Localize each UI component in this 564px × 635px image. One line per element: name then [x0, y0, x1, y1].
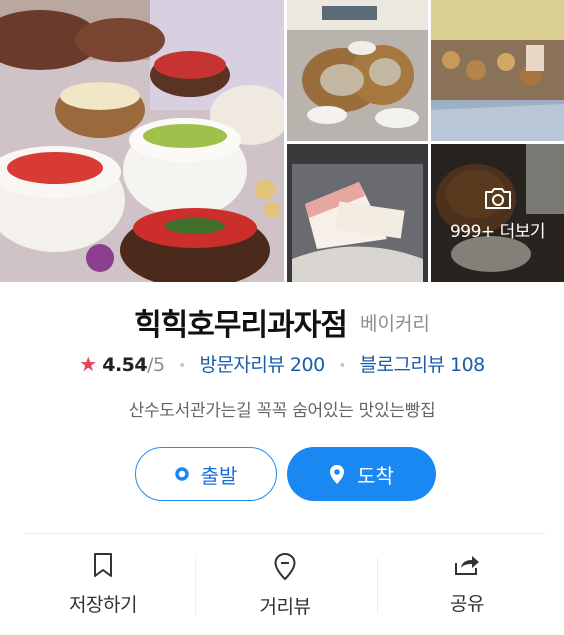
visitor-reviews-link[interactable]: 방문자리뷰 200: [199, 354, 325, 376]
visitor-reviews-count: 200: [289, 354, 325, 376]
share-icon: [453, 552, 481, 578]
section-divider: [24, 533, 546, 534]
place-name: 힉힉호무리과자점: [134, 308, 348, 343]
photo-main-cakes[interactable]: [0, 0, 284, 282]
arrive-button[interactable]: 도착: [287, 447, 436, 501]
blog-reviews-label: 블로그리뷰: [359, 354, 445, 376]
photo-gallery: 999+ 더보기: [0, 0, 564, 282]
place-category: 베이커리: [359, 312, 430, 335]
place-stats: ★ 4.54/5 • 방문자리뷰 200 • 블로그리뷰 108: [0, 350, 564, 377]
bookmark-icon: [92, 552, 114, 579]
more-photos-label: 999+ 더보기: [449, 221, 546, 242]
arrive-label: 도착: [357, 463, 394, 488]
place-title-row: 힉힉호무리과자점 베이커리: [0, 300, 564, 344]
save-label: 저장하기: [69, 594, 137, 616]
place-description: 산수도서관가는길 꼭꼭 숨어있는 맛있는빵집: [128, 401, 436, 421]
street-view-button[interactable]: 거리뷰: [191, 552, 379, 618]
blog-reviews-count: 108: [450, 354, 485, 376]
origin-dot-icon: [174, 467, 189, 481]
star-icon: ★: [79, 352, 97, 376]
share-button[interactable]: 공유: [373, 552, 561, 616]
camera-icon: [483, 185, 513, 211]
save-button[interactable]: 저장하기: [9, 552, 197, 616]
depart-button[interactable]: 출발: [135, 447, 277, 501]
blog-reviews-link[interactable]: 블로그리뷰 108: [359, 354, 486, 376]
visitor-reviews-label: 방문자리뷰: [199, 354, 285, 376]
share-label: 공유: [450, 593, 484, 615]
street-view-label: 거리뷰: [259, 596, 311, 618]
action-bar: 저장하기 거리뷰 공유: [0, 552, 564, 618]
photo-more-tile[interactable]: 999+ 더보기: [431, 144, 564, 282]
location-pin-icon: [273, 552, 297, 581]
rating-value: 4.54: [102, 354, 148, 376]
depart-label: 출발: [200, 463, 238, 488]
separator-dot: •: [178, 357, 186, 374]
photo-cake-slice[interactable]: [287, 144, 428, 282]
rating-max: /5: [147, 354, 165, 376]
more-photos-overlay[interactable]: 999+ 더보기: [431, 144, 564, 282]
location-pin-icon: [329, 464, 345, 485]
photo-display-table[interactable]: [431, 0, 564, 141]
photo-pretzels[interactable]: [287, 0, 428, 141]
separator-dot: •: [338, 357, 346, 374]
